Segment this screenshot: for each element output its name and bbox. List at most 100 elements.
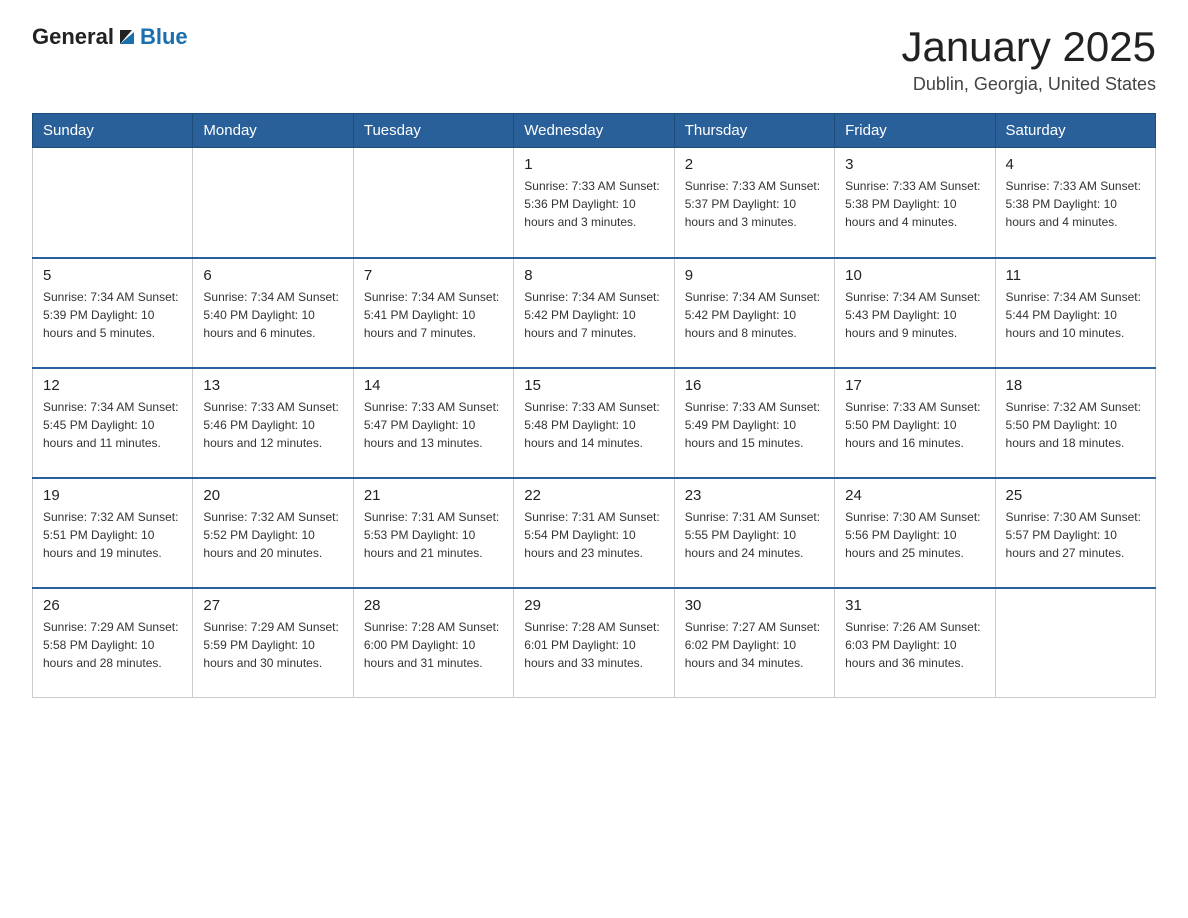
day-info: Sunrise: 7:33 AM Sunset: 5:46 PM Dayligh… (203, 398, 342, 452)
calendar-header-row: SundayMondayTuesdayWednesdayThursdayFrid… (33, 114, 1156, 148)
day-info: Sunrise: 7:32 AM Sunset: 5:50 PM Dayligh… (1006, 398, 1145, 452)
day-number: 12 (43, 377, 182, 394)
day-number: 17 (845, 377, 984, 394)
calendar-cell: 5Sunrise: 7:34 AM Sunset: 5:39 PM Daylig… (33, 258, 193, 368)
day-number: 6 (203, 267, 342, 284)
calendar-week-1: 1 Sunrise: 7:33 AM Sunset: 5:36 PM Daylig… (33, 148, 1156, 258)
day-info: Sunrise: 7:27 AM Sunset: 6:02 PM Dayligh… (685, 618, 824, 672)
day-number: 19 (43, 487, 182, 504)
day-number: 31 (845, 597, 984, 614)
day-info: Sunrise: 7:34 AM Sunset: 5:42 PM Dayligh… (685, 288, 824, 342)
day-number: 8 (524, 267, 663, 284)
calendar-cell (995, 588, 1155, 698)
day-info: Sunrise: 7:34 AM Sunset: 5:41 PM Dayligh… (364, 288, 503, 342)
day-info: Sunrise: 7:33 AM Sunset: 5:48 PM Dayligh… (524, 398, 663, 452)
page-header: General Blue January 2025 Dublin, Georgi… (32, 24, 1156, 95)
header-wednesday: Wednesday (514, 114, 674, 148)
calendar-week-2: 5Sunrise: 7:34 AM Sunset: 5:39 PM Daylig… (33, 258, 1156, 368)
calendar-week-5: 26 Sunrise: 7:29 AM Sunset: 5:58 PM Dayli… (33, 588, 1156, 698)
calendar-cell: 29 Sunrise: 7:28 AM Sunset: 6:01 PM Dayli… (514, 588, 674, 698)
calendar-subtitle: Dublin, Georgia, United States (901, 74, 1156, 95)
day-number: 26 (43, 597, 182, 614)
day-info: Sunrise: 7:33 AM Sunset: 5:38 PM Dayligh… (1006, 177, 1145, 231)
day-info: Sunrise: 7:26 AM Sunset: 6:03 PM Dayligh… (845, 618, 984, 672)
header-sunday: Sunday (33, 114, 193, 148)
calendar-week-4: 19 Sunrise: 7:32 AM Sunset: 5:51 PM Dayli… (33, 478, 1156, 588)
calendar-cell: 10 Sunrise: 7:34 AM Sunset: 5:43 PM Dayli… (835, 258, 995, 368)
day-number: 14 (364, 377, 503, 394)
calendar-cell: 27 Sunrise: 7:29 AM Sunset: 5:59 PM Dayli… (193, 588, 353, 698)
day-number: 13 (203, 377, 342, 394)
day-number: 29 (524, 597, 663, 614)
header-tuesday: Tuesday (353, 114, 513, 148)
logo-text-general: General (32, 24, 114, 50)
calendar-cell: 15Sunrise: 7:33 AM Sunset: 5:48 PM Dayli… (514, 368, 674, 478)
day-info: Sunrise: 7:28 AM Sunset: 6:01 PM Dayligh… (524, 618, 663, 672)
day-number: 21 (364, 487, 503, 504)
day-number: 27 (203, 597, 342, 614)
day-number: 1 (524, 156, 663, 173)
day-info: Sunrise: 7:30 AM Sunset: 5:57 PM Dayligh… (1006, 508, 1145, 562)
calendar-cell: 22Sunrise: 7:31 AM Sunset: 5:54 PM Dayli… (514, 478, 674, 588)
day-info: Sunrise: 7:34 AM Sunset: 5:45 PM Dayligh… (43, 398, 182, 452)
logo-text-blue: Blue (140, 24, 188, 50)
calendar-cell: 9Sunrise: 7:34 AM Sunset: 5:42 PM Daylig… (674, 258, 834, 368)
day-info: Sunrise: 7:32 AM Sunset: 5:51 PM Dayligh… (43, 508, 182, 562)
calendar-cell: 16 Sunrise: 7:33 AM Sunset: 5:49 PM Dayli… (674, 368, 834, 478)
calendar-cell: 14 Sunrise: 7:33 AM Sunset: 5:47 PM Dayli… (353, 368, 513, 478)
calendar-cell: 21 Sunrise: 7:31 AM Sunset: 5:53 PM Dayli… (353, 478, 513, 588)
header-thursday: Thursday (674, 114, 834, 148)
day-info: Sunrise: 7:34 AM Sunset: 5:43 PM Dayligh… (845, 288, 984, 342)
day-number: 16 (685, 377, 824, 394)
day-number: 25 (1006, 487, 1145, 504)
calendar-cell (193, 148, 353, 258)
day-info: Sunrise: 7:34 AM Sunset: 5:42 PM Dayligh… (524, 288, 663, 342)
day-info: Sunrise: 7:29 AM Sunset: 5:59 PM Dayligh… (203, 618, 342, 672)
calendar-cell: 28 Sunrise: 7:28 AM Sunset: 6:00 PM Dayli… (353, 588, 513, 698)
day-info: Sunrise: 7:33 AM Sunset: 5:37 PM Dayligh… (685, 177, 824, 231)
calendar-cell: 12 Sunrise: 7:34 AM Sunset: 5:45 PM Dayli… (33, 368, 193, 478)
day-info: Sunrise: 7:31 AM Sunset: 5:53 PM Dayligh… (364, 508, 503, 562)
day-info: Sunrise: 7:34 AM Sunset: 5:44 PM Dayligh… (1006, 288, 1145, 342)
day-info: Sunrise: 7:28 AM Sunset: 6:00 PM Dayligh… (364, 618, 503, 672)
day-number: 18 (1006, 377, 1145, 394)
calendar-cell: 25 Sunrise: 7:30 AM Sunset: 5:57 PM Dayli… (995, 478, 1155, 588)
day-info: Sunrise: 7:33 AM Sunset: 5:47 PM Dayligh… (364, 398, 503, 452)
day-number: 7 (364, 267, 503, 284)
calendar-cell (353, 148, 513, 258)
calendar-week-3: 12 Sunrise: 7:34 AM Sunset: 5:45 PM Dayli… (33, 368, 1156, 478)
calendar-cell: 13 Sunrise: 7:33 AM Sunset: 5:46 PM Dayli… (193, 368, 353, 478)
calendar-cell (33, 148, 193, 258)
calendar-cell: 4Sunrise: 7:33 AM Sunset: 5:38 PM Daylig… (995, 148, 1155, 258)
day-number: 22 (524, 487, 663, 504)
header-saturday: Saturday (995, 114, 1155, 148)
day-number: 24 (845, 487, 984, 504)
calendar-cell: 17 Sunrise: 7:33 AM Sunset: 5:50 PM Dayli… (835, 368, 995, 478)
day-number: 2 (685, 156, 824, 173)
header-friday: Friday (835, 114, 995, 148)
calendar-cell: 26 Sunrise: 7:29 AM Sunset: 5:58 PM Dayli… (33, 588, 193, 698)
calendar-cell: 11 Sunrise: 7:34 AM Sunset: 5:44 PM Dayli… (995, 258, 1155, 368)
day-info: Sunrise: 7:33 AM Sunset: 5:49 PM Dayligh… (685, 398, 824, 452)
day-number: 28 (364, 597, 503, 614)
calendar-cell: 7 Sunrise: 7:34 AM Sunset: 5:41 PM Daylig… (353, 258, 513, 368)
calendar-cell: 19 Sunrise: 7:32 AM Sunset: 5:51 PM Dayli… (33, 478, 193, 588)
calendar-cell: 23 Sunrise: 7:31 AM Sunset: 5:55 PM Dayli… (674, 478, 834, 588)
day-info: Sunrise: 7:33 AM Sunset: 5:36 PM Dayligh… (524, 177, 663, 231)
day-number: 10 (845, 267, 984, 284)
logo-icon (116, 26, 138, 48)
day-info: Sunrise: 7:29 AM Sunset: 5:58 PM Dayligh… (43, 618, 182, 672)
calendar-cell: 31 Sunrise: 7:26 AM Sunset: 6:03 PM Dayli… (835, 588, 995, 698)
day-info: Sunrise: 7:34 AM Sunset: 5:39 PM Dayligh… (43, 288, 182, 342)
day-number: 11 (1006, 267, 1145, 284)
day-info: Sunrise: 7:31 AM Sunset: 5:55 PM Dayligh… (685, 508, 824, 562)
calendar-cell: 20 Sunrise: 7:32 AM Sunset: 5:52 PM Dayli… (193, 478, 353, 588)
calendar-cell: 2 Sunrise: 7:33 AM Sunset: 5:37 PM Daylig… (674, 148, 834, 258)
day-info: Sunrise: 7:32 AM Sunset: 5:52 PM Dayligh… (203, 508, 342, 562)
day-info: Sunrise: 7:33 AM Sunset: 5:50 PM Dayligh… (845, 398, 984, 452)
day-number: 20 (203, 487, 342, 504)
calendar-cell: 24Sunrise: 7:30 AM Sunset: 5:56 PM Dayli… (835, 478, 995, 588)
day-number: 23 (685, 487, 824, 504)
day-number: 3 (845, 156, 984, 173)
calendar-cell: 3Sunrise: 7:33 AM Sunset: 5:38 PM Daylig… (835, 148, 995, 258)
